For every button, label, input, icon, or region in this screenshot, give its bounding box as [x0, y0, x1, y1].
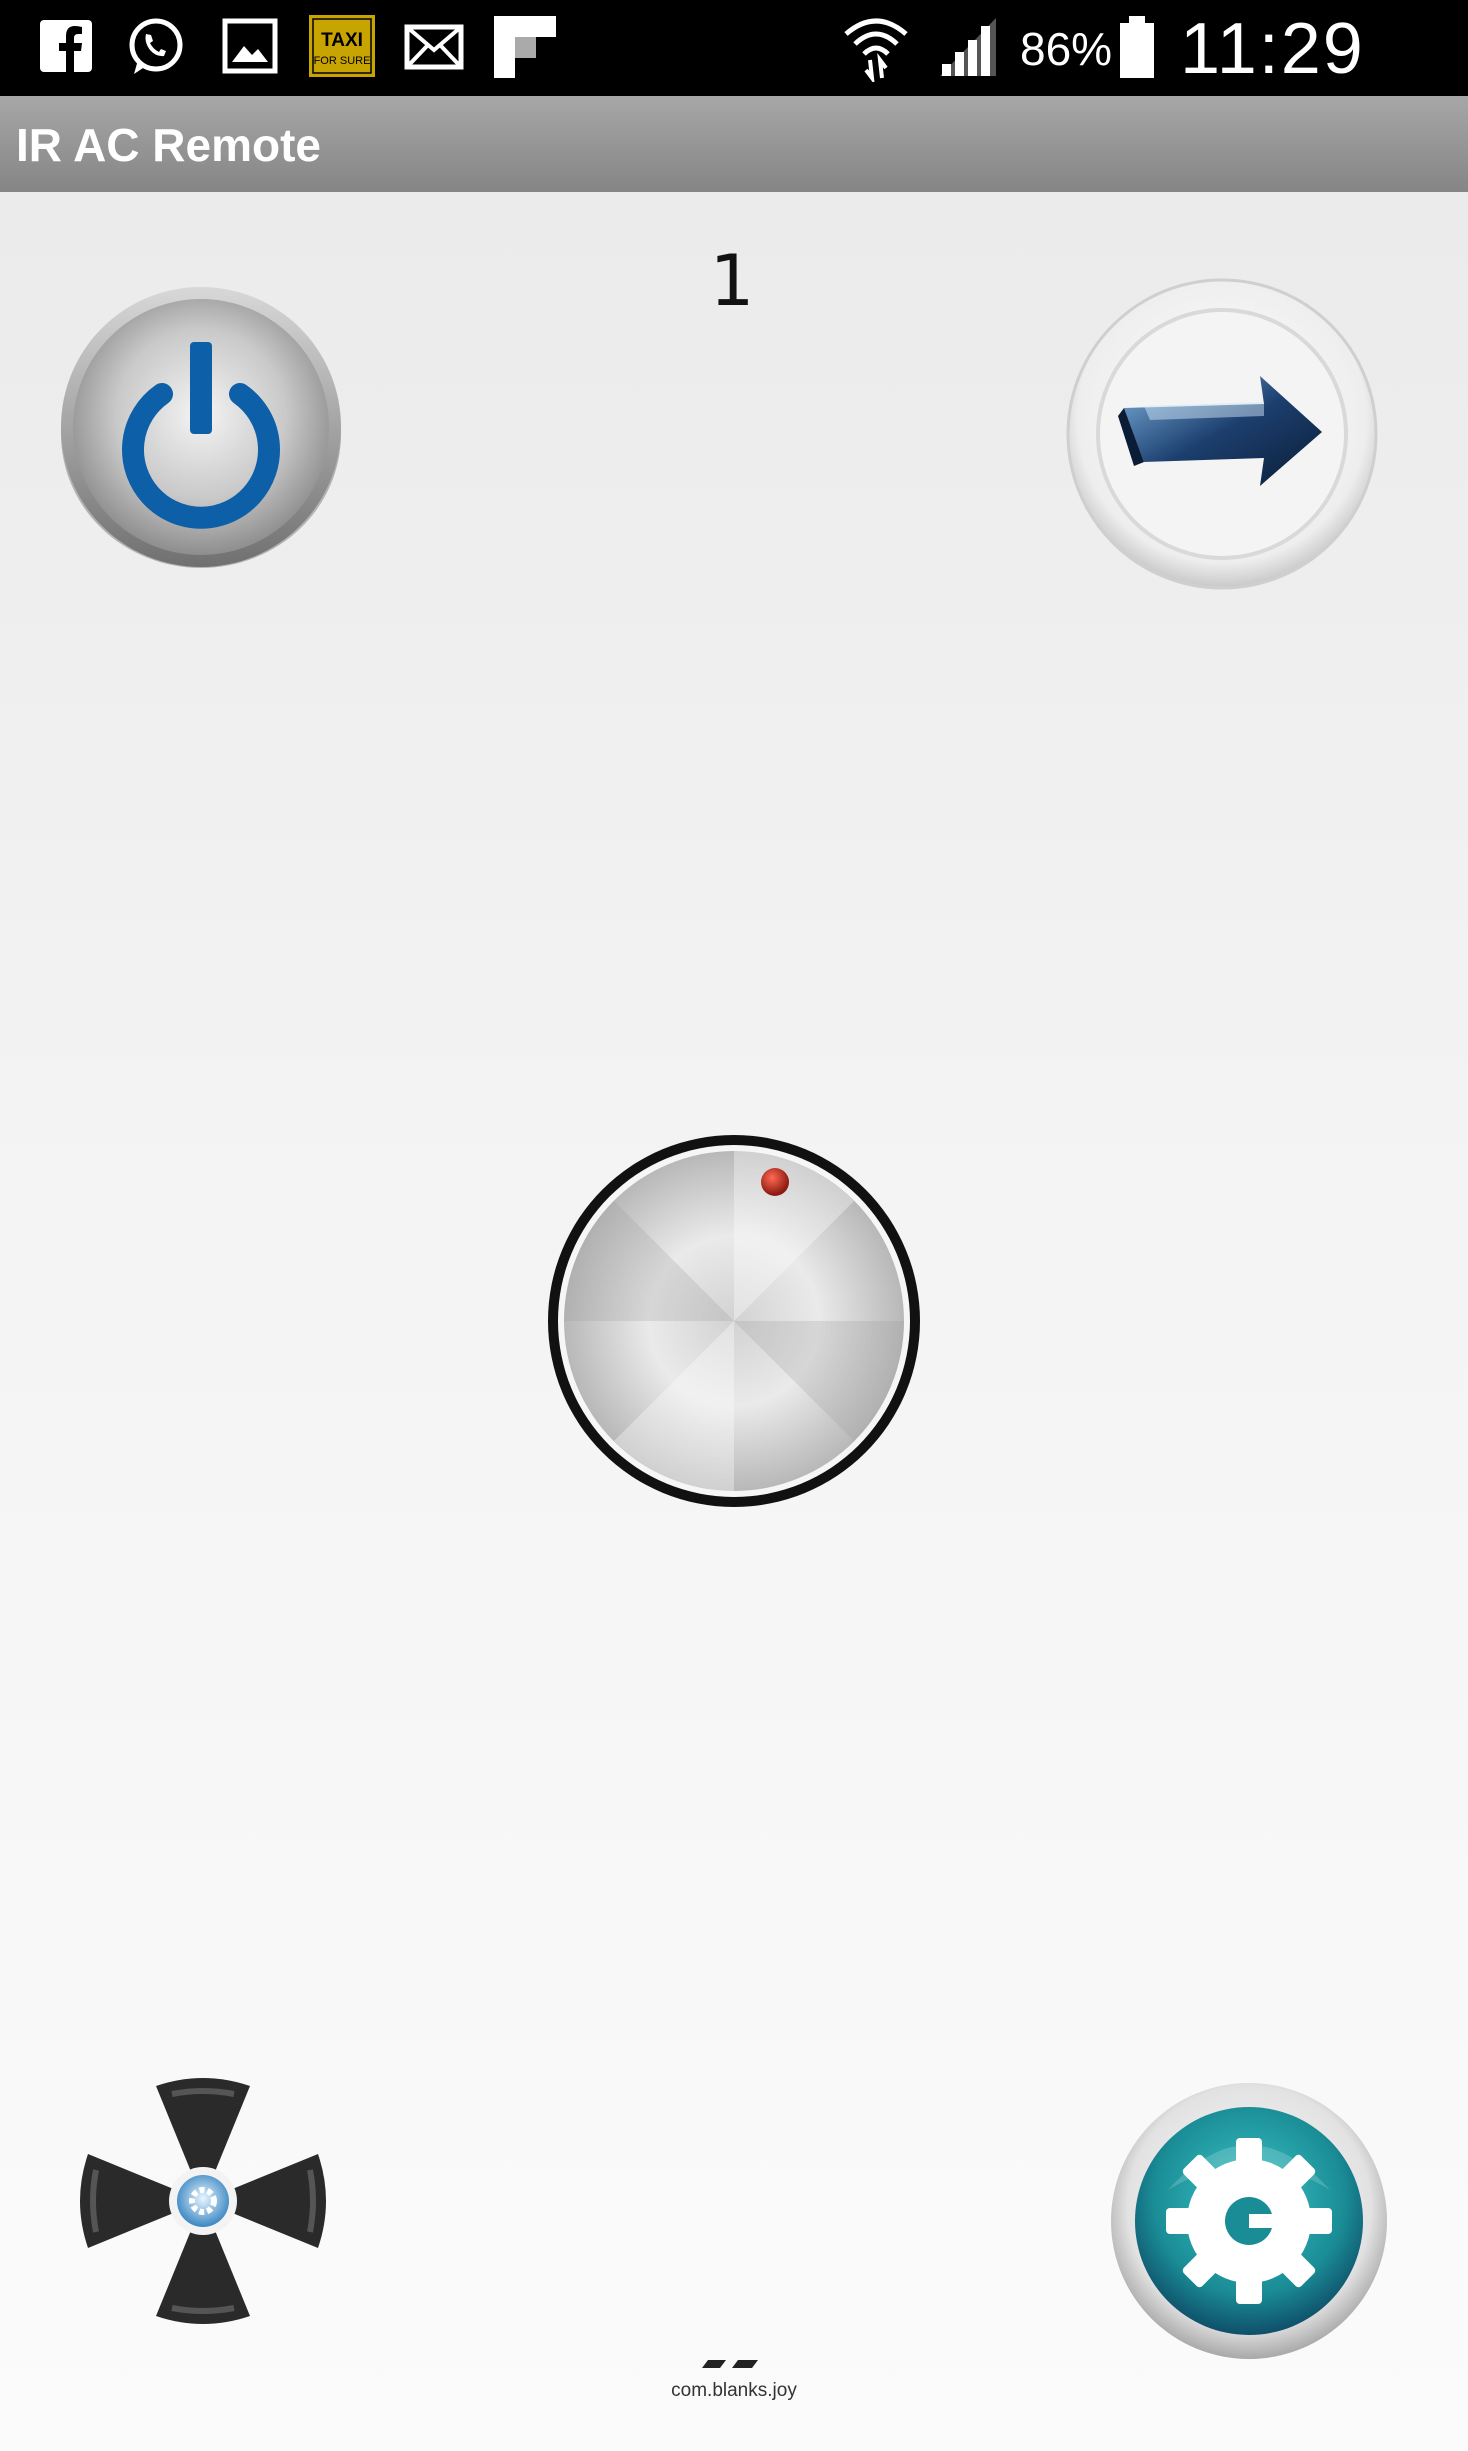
clock: 11:29	[1180, 9, 1365, 89]
taxi-badge-line2: FOR SURE	[314, 55, 371, 67]
package-name: com.blanks.joy	[671, 2380, 797, 2401]
battery-percent: 86%	[1020, 23, 1113, 75]
whatsapp-icon	[129, 18, 183, 74]
next-button[interactable]	[1064, 276, 1380, 592]
flipboard-icon	[494, 16, 556, 78]
signal-icon	[940, 18, 996, 76]
app-title: IR AC Remote	[16, 119, 321, 171]
settings-button[interactable]	[1108, 2080, 1390, 2362]
gallery-icon	[222, 18, 278, 74]
fan-button[interactable]	[76, 2074, 330, 2328]
footer-logo	[702, 2360, 758, 2368]
dial-knob[interactable]	[545, 1132, 923, 1510]
power-button[interactable]	[56, 282, 346, 572]
counter-value: 1	[709, 240, 755, 322]
wifi-icon	[844, 18, 908, 82]
mail-icon	[404, 24, 464, 70]
battery-icon	[1120, 16, 1154, 78]
fan-icon	[80, 2078, 326, 2324]
taxi-badge-line1: TAXI	[321, 30, 363, 51]
knob-indicator-dot	[761, 1168, 789, 1196]
action-bar: IR AC Remote	[0, 96, 1468, 192]
status-bar: TAXI FOR SURE 86% 11:29	[0, 0, 1468, 96]
taxi-for-sure-icon: TAXI FOR SURE	[309, 15, 375, 77]
facebook-icon	[40, 20, 92, 72]
